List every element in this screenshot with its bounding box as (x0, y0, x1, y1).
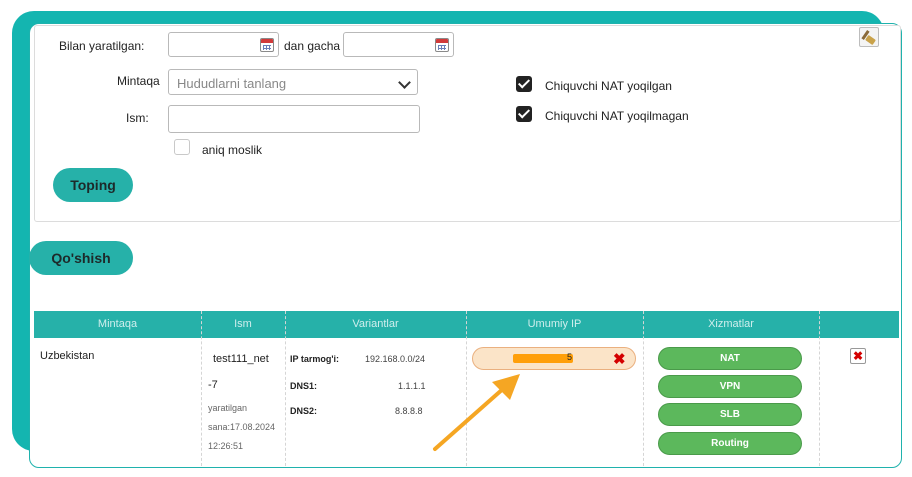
annotation-arrow-icon (433, 386, 506, 451)
annotation-arrow-layer (433, 374, 520, 451)
